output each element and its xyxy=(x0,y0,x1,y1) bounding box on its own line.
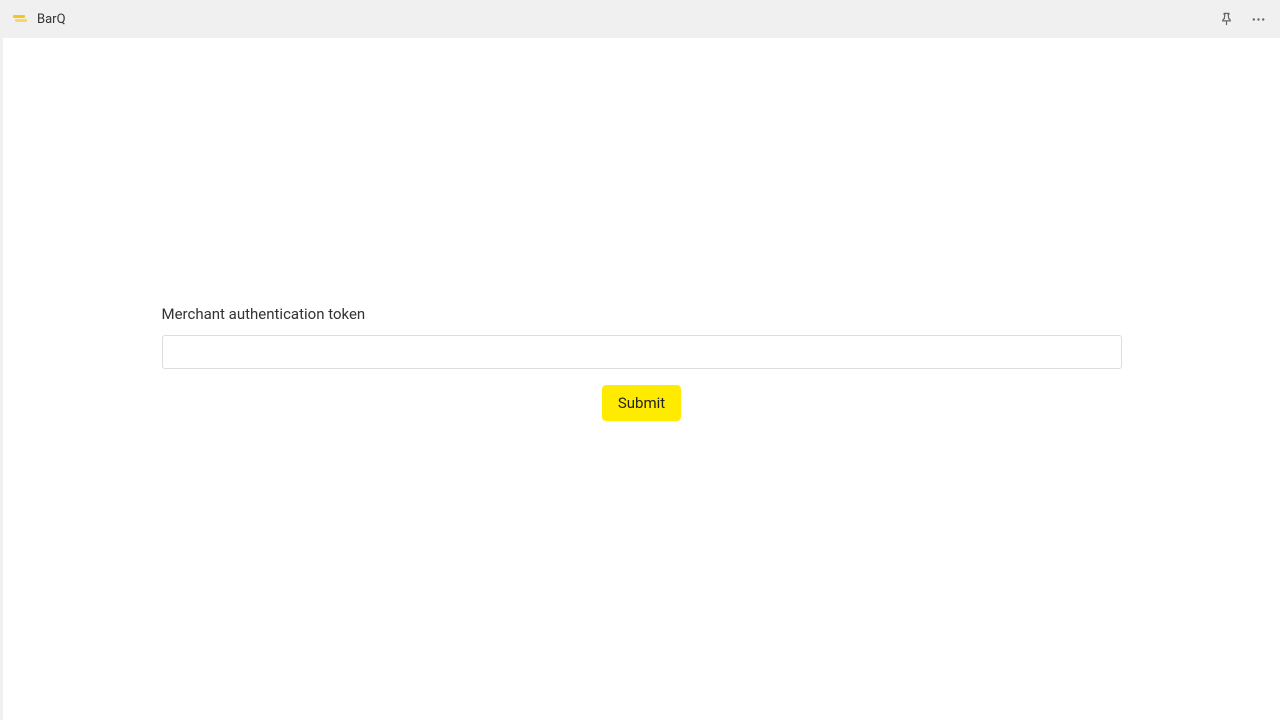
main-content: Merchant authentication token Submit xyxy=(3,38,1280,720)
auth-form: Merchant authentication token Submit xyxy=(162,38,1122,421)
more-icon[interactable] xyxy=(1246,7,1270,31)
header-left: BarQ xyxy=(13,12,66,27)
app-icon xyxy=(13,14,27,24)
submit-button[interactable]: Submit xyxy=(602,385,681,421)
form-actions: Submit xyxy=(162,385,1122,421)
app-header: BarQ xyxy=(3,0,1280,38)
header-right xyxy=(1214,7,1270,31)
app-title: BarQ xyxy=(37,12,66,27)
pin-icon[interactable] xyxy=(1214,7,1238,31)
token-input[interactable] xyxy=(162,335,1122,369)
token-label: Merchant authentication token xyxy=(162,305,1122,323)
